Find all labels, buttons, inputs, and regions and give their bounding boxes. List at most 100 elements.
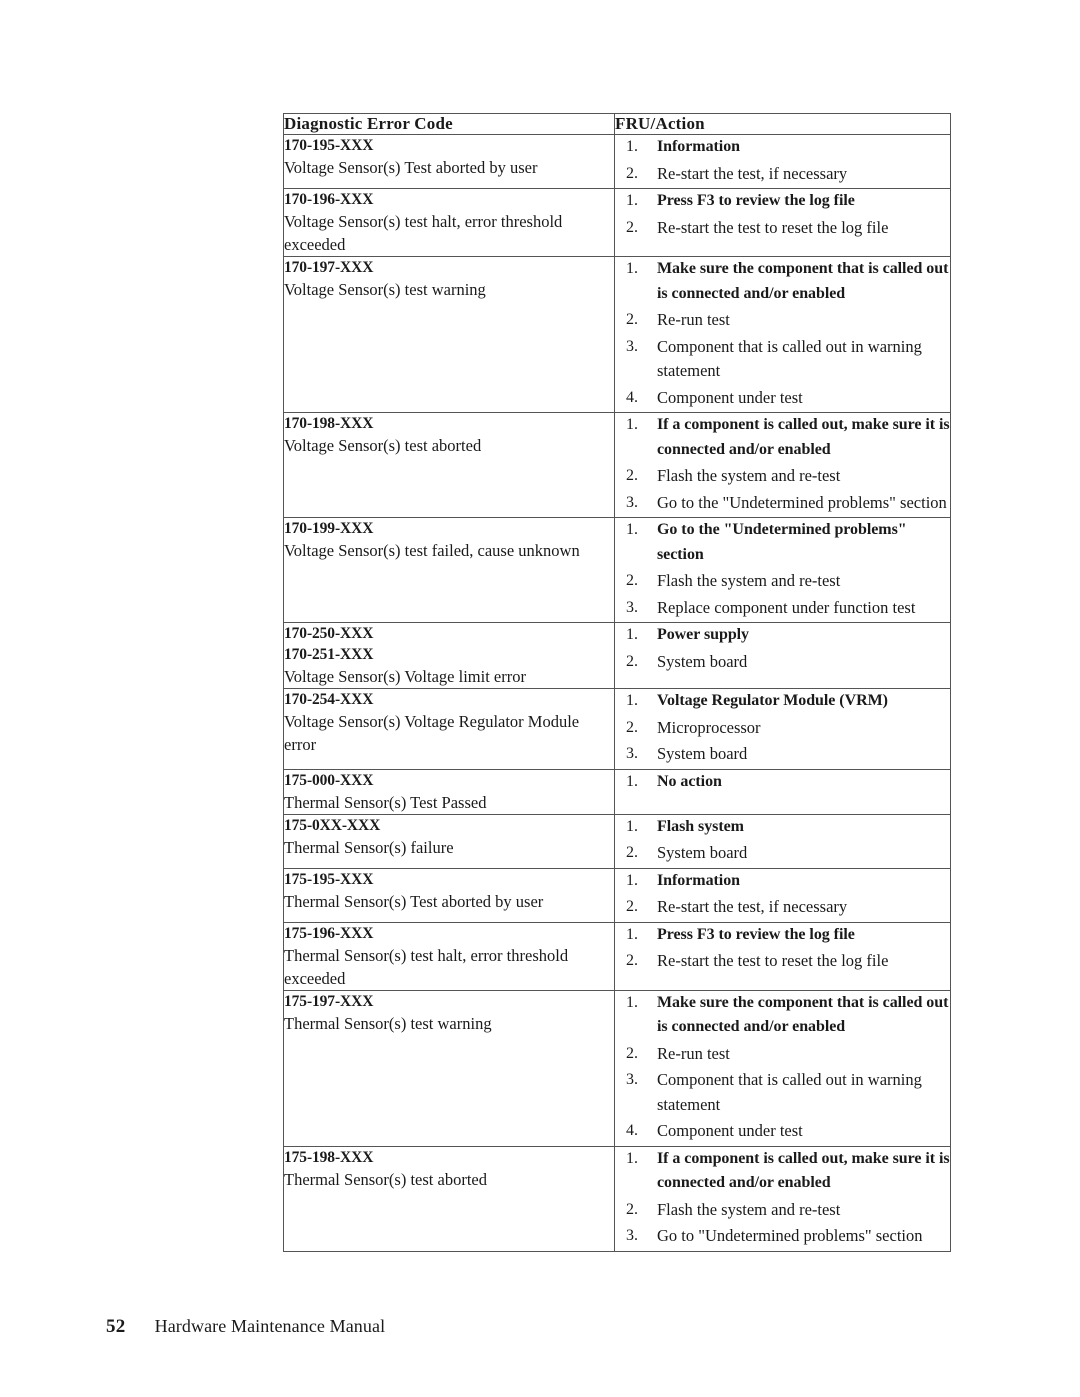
fru-action-number: 2.	[626, 164, 638, 182]
fru-action-list: 1. If a component is called out, make sur…	[615, 413, 950, 515]
fru-action-number: 1.	[626, 993, 638, 1011]
fru-action-item: 1. If a component is called out, make sur…	[615, 413, 950, 462]
fru-action-number: 2.	[626, 572, 638, 589]
fru-action-item: 2. Flash the system and re-test	[615, 569, 950, 594]
fru-action-number: 1.	[626, 772, 638, 790]
fru-action-cell: 1. Voltage Regulator Module (VRM) 2. Microp…	[614, 688, 951, 770]
error-code-id: 170-199-XXX	[284, 520, 374, 537]
fru-action-item: 1. If a component is called out, make sur…	[615, 1147, 950, 1196]
error-code-id: 170-254-XXX	[284, 691, 374, 708]
fru-action-list: 1. Press F3 to review the log file 2. Re-st…	[615, 923, 950, 974]
fru-action-text: Flash the system and re-test	[657, 1199, 841, 1219]
fru-action-number: 1.	[626, 817, 638, 835]
fru-action-item: 1. Information	[615, 135, 950, 160]
fru-action-number: 4.	[626, 388, 638, 406]
error-code-description: Thermal Sensor(s) test aborted	[284, 1169, 487, 1189]
error-code-cell: 170-197-XXX Voltage Sensor(s) test warnin…	[283, 256, 615, 413]
fru-action-text: Go to "Undetermined problems" section	[657, 1226, 923, 1245]
fru-action-number: 1.	[626, 416, 638, 433]
error-code-cell: 170-254-XXX Voltage Sensor(s) Voltage Reg…	[283, 688, 615, 770]
fru-action-cell: 1. Make sure the component that is called…	[614, 256, 951, 413]
fru-action-cell: 1. Flash system 2. System board	[614, 813, 951, 869]
table-header: Diagnostic Error Code FRU/Action	[283, 113, 951, 135]
column-header-diagnostic-error-code: Diagnostic Error Code	[283, 113, 615, 135]
fru-action-text: Re-start the test to reset the log file	[657, 951, 889, 970]
fru-action-cell: 1. Press F3 to review the log file 2. Re-st…	[614, 188, 951, 257]
page-footer: 52 Hardware Maintenance Manual	[106, 1316, 385, 1338]
fru-action-text: Make sure the component that is called o…	[657, 993, 949, 1036]
fru-action-item: 3. Replace component under function test	[615, 596, 950, 621]
fru-action-item: 4. Component under test	[615, 1119, 950, 1144]
error-code-cell: 175-198-XXX Thermal Sensor(s) test aborte…	[283, 1145, 615, 1252]
fru-action-item: 1. Go to the "Undetermined problems" sect…	[615, 518, 950, 567]
fru-action-cell: 1. Information 2. Re-start the test, if nec…	[614, 134, 951, 189]
error-code-description: Thermal Sensor(s) Test aborted by user	[284, 891, 544, 911]
fru-action-number: 1.	[626, 871, 638, 889]
fru-action-item: 2. Flash the system and re-test	[615, 1198, 950, 1223]
fru-action-item: 2. Re-start the test to reset the log fil…	[615, 949, 950, 974]
fru-action-item: 1. Press F3 to review the log file	[615, 189, 950, 214]
fru-action-number: 2.	[626, 1200, 638, 1218]
error-code-description: Voltage Sensor(s) test failed, cause unk…	[284, 541, 580, 560]
diagnostic-error-code-table: Diagnostic Error Code FRU/Action 170-195…	[283, 113, 951, 1252]
fru-action-text: Component that is called out in warning …	[657, 336, 922, 381]
error-code-description: Voltage Sensor(s) test aborted	[284, 436, 482, 455]
error-code-cell: 170-196-XXX Voltage Sensor(s) test halt, …	[283, 188, 615, 257]
fru-action-item: 1. Make sure the component that is called…	[615, 991, 950, 1040]
error-code-id-secondary: 170-251-XXX	[284, 646, 374, 663]
fru-action-item: 1. Make sure the component that is called…	[615, 257, 950, 306]
fru-action-item: 2. Re-run test	[615, 308, 950, 333]
fru-action-number: 1.	[626, 692, 638, 709]
fru-action-item: 1. No action	[615, 770, 950, 795]
table-row: 170-199-XXX Voltage Sensor(s) test failed…	[283, 517, 951, 623]
fru-action-text: If a component is called out, make sure …	[657, 416, 950, 458]
fru-action-number: 2.	[626, 952, 638, 969]
fru-action-number: 2.	[626, 898, 638, 915]
fru-action-text: Go to the "Undetermined problems" sectio…	[657, 521, 907, 563]
page-number: 52	[106, 1316, 126, 1337]
fru-action-list: 1. Information 2. Re-start the test, if nec…	[615, 135, 950, 186]
fru-action-text: Re-run test	[657, 310, 730, 329]
fru-action-cell: 1. If a component is called out, make sur…	[614, 1145, 951, 1252]
table-row: 175-000-XXX Thermal Sensor(s) Test Passed…	[283, 768, 951, 815]
fru-action-cell: 1. No action	[614, 768, 951, 815]
table-row: 170-195-XXX Voltage Sensor(s) Test aborte…	[283, 134, 951, 189]
fru-action-number: 3.	[626, 493, 638, 511]
fru-action-item: 4. Component under test	[615, 386, 950, 411]
table-row: 175-195-XXX Thermal Sensor(s) Test aborte…	[283, 867, 951, 923]
table-row: 170-254-XXX Voltage Sensor(s) Voltage Reg…	[283, 688, 951, 770]
fru-action-number: 3.	[626, 1227, 638, 1244]
table-row: 170-196-XXX Voltage Sensor(s) test halt, …	[283, 188, 951, 257]
fru-action-text: Flash the system and re-test	[657, 571, 841, 590]
error-code-id: 170-250-XXX	[284, 625, 374, 642]
error-code-cell: 175-195-XXX Thermal Sensor(s) Test aborte…	[283, 867, 615, 923]
fru-action-number: 1.	[626, 192, 638, 209]
error-code-cell: 175-000-XXX Thermal Sensor(s) Test Passed	[283, 768, 615, 815]
error-code-description: Voltage Sensor(s) test warning	[284, 280, 486, 299]
error-code-description: Thermal Sensor(s) Test Passed	[284, 792, 487, 812]
error-code-id: 175-195-XXX	[284, 870, 374, 888]
error-code-cell: 170-195-XXX Voltage Sensor(s) Test aborte…	[283, 134, 615, 189]
fru-action-number: 2.	[626, 652, 638, 670]
fru-action-text: Component under test	[657, 1121, 803, 1140]
fru-action-number: 2.	[626, 311, 638, 328]
fru-action-number: 1.	[626, 521, 638, 538]
error-code-cell: 170-198-XXX Voltage Sensor(s) test aborte…	[283, 412, 615, 518]
table-body: 170-195-XXX Voltage Sensor(s) Test aborte…	[283, 134, 951, 1252]
table-row: 175-197-XXX Thermal Sensor(s) test warnin…	[283, 989, 951, 1147]
fru-action-item: 1. Flash system	[615, 815, 950, 840]
column-header-fru-action: FRU/Action	[614, 113, 951, 135]
fru-action-list: 1. Go to the "Undetermined problems" sect…	[615, 518, 950, 620]
fru-action-number: 2.	[626, 718, 638, 736]
fru-action-text: Flash the system and re-test	[657, 466, 841, 485]
fru-action-cell: 1. Go to the "Undetermined problems" sect…	[614, 517, 951, 623]
table-row: 175-198-XXX Thermal Sensor(s) test aborte…	[283, 1145, 951, 1252]
fru-action-item: 1. Voltage Regulator Module (VRM)	[615, 689, 950, 714]
fru-action-cell: 1. Information 2. Re-start the test, if nec…	[614, 867, 951, 923]
fru-action-text: Press F3 to review the log file	[657, 925, 855, 943]
fru-action-number: 3.	[626, 1071, 638, 1088]
fru-action-item: 3. Go to the "Undetermined problems" sect…	[615, 491, 950, 516]
fru-action-item: 1. Information	[615, 869, 950, 894]
fru-action-number: 2.	[626, 1044, 638, 1062]
fru-action-text: Press F3 to review the log file	[657, 192, 855, 209]
